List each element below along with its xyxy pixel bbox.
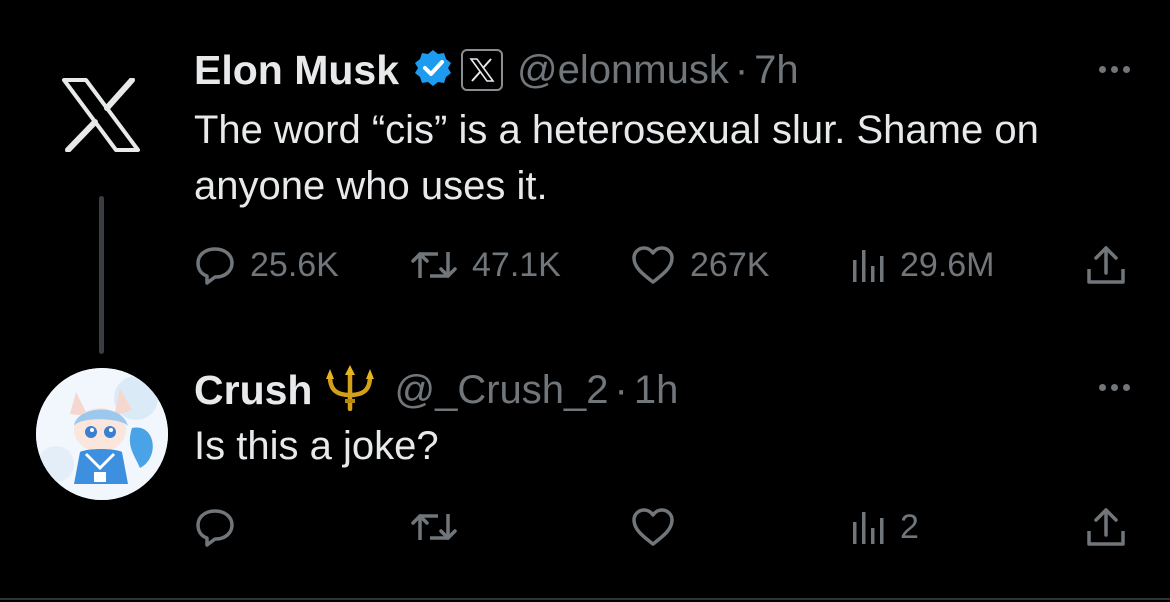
more-options-button[interactable] (1099, 66, 1130, 73)
post-text: The word “cis” is a heterosexual slur. S… (194, 108, 1039, 208)
verified-badge-icon[interactable] (413, 48, 453, 93)
reply-icon (196, 509, 234, 547)
reply-icon (196, 247, 234, 285)
more-horizontal-icon (1099, 384, 1106, 391)
like-button[interactable] (630, 502, 676, 552)
post-action-bar: 25.6K 47.1K 267K 29.6M (194, 240, 1134, 290)
share-button[interactable] (1084, 502, 1128, 552)
post-timestamp[interactable]: 7h (754, 48, 799, 93)
views-count: 29.6M (900, 245, 995, 284)
more-options-button[interactable] (1099, 384, 1130, 391)
main-post[interactable]: Elon Musk @elonmusk · 7h The word “cis” … (0, 0, 1170, 360)
author-name[interactable]: Crush (194, 367, 312, 414)
reply-timestamp[interactable]: 1h (634, 368, 679, 413)
repost-icon (411, 514, 457, 540)
reply-header: Crush @_Crush_2 · 1h (194, 364, 678, 416)
heart-icon (632, 246, 674, 284)
repost-count: 47.1K (472, 245, 561, 284)
reply-action-bar: 2 (194, 502, 1134, 552)
separator-dot: · (614, 367, 628, 412)
views-count: 2 (900, 507, 919, 546)
share-icon (1087, 246, 1125, 284)
like-button[interactable]: 267K (630, 240, 769, 290)
heart-icon (632, 508, 674, 546)
share-icon (1087, 508, 1125, 546)
share-button[interactable] (1084, 240, 1128, 290)
author-name[interactable]: Elon Musk (194, 47, 399, 94)
thread-connector-line (99, 196, 104, 354)
avatar[interactable] (36, 368, 168, 500)
separator-dot: · (734, 47, 749, 92)
reply-post[interactable]: Crush @_Crush_2 · 1h Is this a joke? 2 (0, 360, 1170, 600)
x-logo-icon (62, 77, 140, 153)
views-button[interactable]: 2 (850, 502, 919, 552)
repost-button[interactable] (410, 502, 458, 552)
repost-button[interactable]: 47.1K (410, 240, 561, 290)
x-logo-avatar[interactable] (60, 77, 142, 153)
reply-button[interactable] (194, 502, 236, 552)
author-handle[interactable]: @_Crush_2 (394, 368, 608, 413)
divider (0, 598, 1170, 600)
anime-character-avatar-image (36, 368, 168, 500)
trident-icon (324, 364, 376, 416)
views-button[interactable]: 29.6M (850, 240, 995, 290)
x-affiliate-badge-icon[interactable] (461, 49, 504, 91)
author-handle[interactable]: @elonmusk (517, 48, 729, 93)
reply-count: 25.6K (250, 245, 339, 284)
reply-button[interactable]: 25.6K (194, 240, 339, 290)
more-horizontal-icon (1099, 66, 1106, 73)
repost-icon (411, 252, 457, 278)
views-chart-icon (853, 512, 884, 544)
post-header: Elon Musk @elonmusk · 7h (194, 44, 799, 96)
views-chart-icon (853, 250, 884, 282)
like-count: 267K (690, 245, 770, 284)
reply-text: Is this a joke? (194, 424, 439, 468)
